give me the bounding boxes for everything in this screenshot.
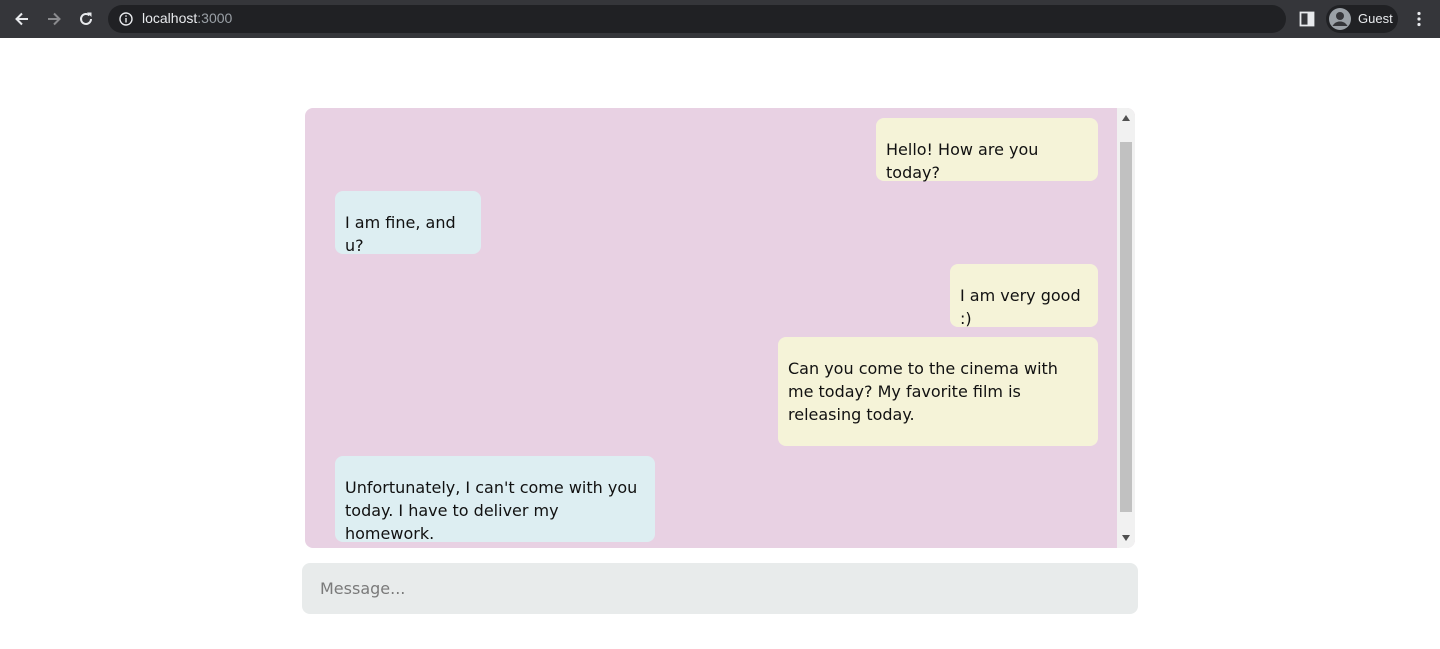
scroll-down-arrow-icon[interactable]	[1117, 530, 1135, 546]
avatar-icon	[1329, 8, 1351, 30]
kebab-menu-icon[interactable]	[1410, 10, 1428, 28]
message-bubble-received: Unfortunately, I can't come with you tod…	[335, 456, 655, 543]
message-input[interactable]	[302, 563, 1138, 614]
chat-scrollbar[interactable]	[1117, 108, 1135, 548]
message-bubble-sent: I am very good :)	[950, 264, 1098, 328]
message-bubble-sent: Can you come to the cinema with me today…	[778, 337, 1098, 446]
info-icon[interactable]	[118, 11, 134, 27]
scrollbar-thumb[interactable]	[1120, 142, 1132, 512]
url-port: :3000	[197, 10, 233, 26]
scroll-up-arrow-icon[interactable]	[1117, 110, 1135, 126]
browser-toolbar: localhost:3000 Guest	[0, 0, 1440, 38]
chat-panel: Hello! How are you today? I am fine, and…	[305, 108, 1135, 548]
message-bubble-sent: Hello! How are you today?	[876, 118, 1098, 182]
side-panel-icon[interactable]	[1298, 10, 1316, 28]
back-arrow-icon[interactable]	[11, 8, 33, 30]
address-url: localhost:3000	[142, 10, 232, 26]
address-bar[interactable]: localhost:3000	[108, 5, 1286, 33]
profile-label: Guest	[1358, 11, 1393, 26]
message-list: Hello! How are you today? I am fine, and…	[305, 108, 1117, 548]
message-bubble-received: I am fine, and u?	[335, 191, 481, 255]
profile-button[interactable]: Guest	[1326, 5, 1398, 33]
reload-icon[interactable]	[75, 8, 97, 30]
forward-arrow-icon[interactable]	[43, 8, 65, 30]
url-host: localhost	[142, 10, 198, 26]
